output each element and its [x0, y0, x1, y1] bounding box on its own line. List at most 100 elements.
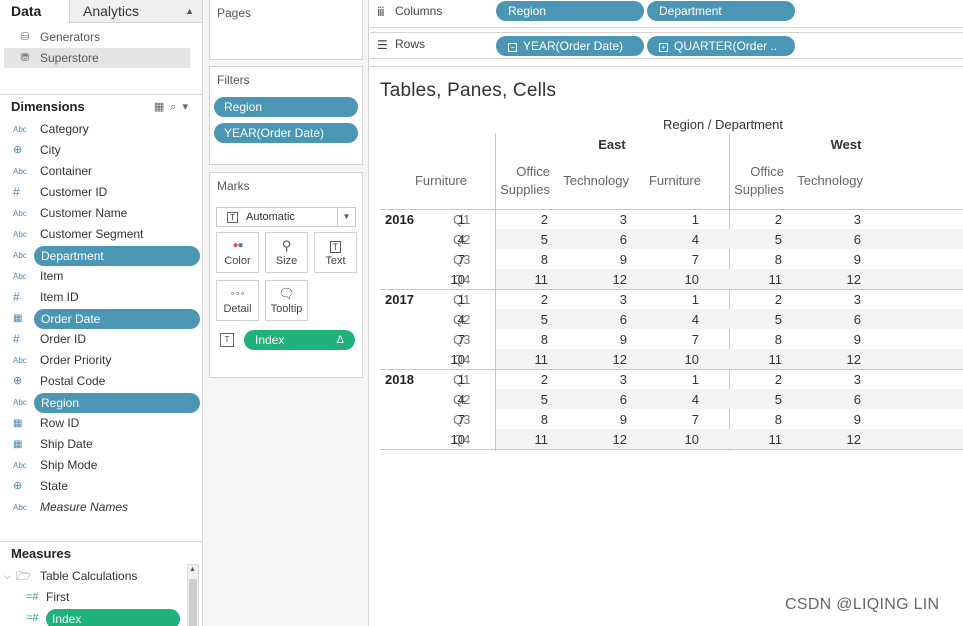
mark-type-select[interactable]: T Automatic ▼: [216, 207, 356, 227]
cards-area: Pages Filters Region YEAR(Order Date) Ma…: [204, 0, 369, 626]
table-calculations-folder[interactable]: ⌵ 🗁 Table Calculations: [0, 566, 202, 587]
table-cell: 1: [691, 292, 699, 307]
dimension-state[interactable]: ⊕ State: [0, 476, 202, 497]
detail-icon: ∘∘∘: [229, 289, 246, 298]
row-pill-year-order-date[interactable]: − YEAR(Order Date): [496, 36, 644, 56]
search-icon[interactable]: ⌕: [170, 101, 182, 113]
column-pill-region[interactable]: Region: [496, 1, 644, 21]
marks-card: Marks T Automatic ▼ ●● Color ⚲ Size T Te…: [209, 172, 363, 378]
dimension-container[interactable]: Abc Container: [0, 161, 202, 182]
tooltip-icon: 🗨: [278, 286, 295, 301]
table-cell: 2: [774, 212, 782, 227]
detail-button[interactable]: ∘∘∘ Detail: [216, 280, 259, 321]
year-header-2016: 2016: [385, 212, 414, 227]
measure-index[interactable]: =# Index: [0, 608, 202, 626]
measure-first[interactable]: =# First: [0, 587, 202, 608]
dimension-row-id[interactable]: ▦ Row ID: [0, 413, 202, 434]
dimension-department[interactable]: Abc Department: [0, 245, 202, 266]
dimension-postal-code[interactable]: ⊕ Postal Code: [0, 371, 202, 392]
table-cell: 10: [684, 272, 699, 287]
dimension-label: Measure Names: [40, 500, 129, 514]
tab-scroll-arrows-icon[interactable]: ▲: [185, 0, 194, 22]
text-encoding-icon[interactable]: T: [220, 333, 234, 347]
chevron-down-icon[interactable]: ⌵: [4, 566, 16, 587]
scrollbar-thumb[interactable]: [189, 579, 197, 626]
table-cell: 4: [457, 392, 465, 407]
dimension-city[interactable]: ⊕ City: [0, 140, 202, 161]
column-pill-department[interactable]: Department: [647, 1, 795, 21]
size-button[interactable]: ⚲ Size: [265, 232, 308, 273]
folder-label: Table Calculations: [40, 569, 138, 583]
rows-label: Rows: [395, 37, 426, 51]
row-band: [496, 229, 963, 249]
calculated-number-icon: =#: [26, 591, 39, 603]
number-type-icon: #: [13, 332, 20, 346]
rows-shelf[interactable]: ☰ Rows − YEAR(Order Date) + QUARTER(Order …: [370, 32, 963, 59]
expand-icon[interactable]: +: [659, 43, 668, 52]
chevron-down-icon[interactable]: ▾: [182, 101, 194, 113]
color-button[interactable]: ●● Color: [216, 232, 259, 273]
scroll-up-icon[interactable]: ▲: [189, 566, 196, 573]
table-cell: 12: [846, 272, 861, 287]
row-pill-quarter-order-date[interactable]: + QUARTER(Order ..: [647, 36, 795, 56]
pages-card[interactable]: Pages: [209, 0, 363, 60]
rows-icon: ☰: [377, 38, 388, 52]
dimensions-tools[interactable]: ▦⌕▾: [154, 95, 194, 119]
department-header-line: Office: [750, 164, 784, 179]
dimension-ship-mode[interactable]: Abc Ship Mode: [0, 455, 202, 476]
dimension-order-priority[interactable]: Abc Order Priority: [0, 350, 202, 371]
department-header: Office Supplies: [694, 163, 784, 199]
dimension-label: Row ID: [40, 416, 80, 430]
table-cell: 4: [691, 392, 699, 407]
dimension-customer-id[interactable]: # Customer ID: [0, 182, 202, 203]
data-source-superstore[interactable]: ⛃ Superstore: [4, 48, 190, 68]
table-cell: 6: [853, 312, 861, 327]
dimensions-header: Dimensions ▦⌕▾: [0, 95, 202, 119]
dimension-customer-segment[interactable]: Abc Customer Segment: [0, 224, 202, 245]
filters-card[interactable]: Filters Region YEAR(Order Date): [209, 66, 363, 165]
globe-icon: ⊕: [13, 375, 23, 387]
region-header-east: East: [598, 137, 626, 152]
size-icon: ⚲: [281, 238, 292, 253]
text-button[interactable]: T Text: [314, 232, 357, 273]
table-cell: 11: [534, 432, 549, 447]
watermark: CSDN @LIQING LIN: [785, 596, 940, 613]
data-source-generators[interactable]: ⛁ Generators: [4, 27, 190, 47]
dimension-label: Order Date: [34, 308, 200, 329]
year-header-2017: 2017: [385, 292, 414, 307]
string-type-icon: Abc: [13, 230, 27, 239]
filter-pill-region[interactable]: Region: [214, 97, 358, 117]
tab-analytics-label: Analytics: [83, 3, 140, 19]
collapse-icon[interactable]: −: [508, 43, 517, 52]
filters-title: Filters: [217, 73, 250, 87]
measures-header: Measures: [11, 546, 71, 561]
dimension-item[interactable]: Abc Item: [0, 266, 202, 287]
table-cell: 8: [540, 412, 548, 427]
table-cell: 3: [619, 212, 627, 227]
dimension-region[interactable]: Abc Region: [0, 392, 202, 413]
chevron-down-icon[interactable]: ▼: [337, 208, 355, 226]
tab-data[interactable]: Data: [0, 0, 70, 23]
filter-pill-year-order-date[interactable]: YEAR(Order Date): [214, 123, 358, 143]
row-band: [496, 269, 963, 289]
table-cell: 8: [540, 252, 548, 267]
measures-scrollbar[interactable]: ▲: [187, 564, 199, 626]
table-cell: 1: [457, 292, 465, 307]
dimensions-list: Abc Category ⊕ City Abc Container # Customer ID…: [0, 119, 202, 518]
columns-shelf[interactable]: ⅲ Columns Region Department: [370, 0, 963, 28]
marks-field-pill-index[interactable]: Index Δ: [244, 330, 355, 350]
dimension-measure-names[interactable]: Abc Measure Names: [0, 497, 202, 518]
dimension-customer-name[interactable]: Abc Customer Name: [0, 203, 202, 224]
row-band: [496, 309, 963, 329]
dimension-ship-date[interactable]: ▦ Ship Date: [0, 434, 202, 455]
view-grid-icon[interactable]: ▦: [154, 101, 170, 113]
dimension-order-id[interactable]: # Order ID: [0, 329, 202, 350]
dimension-category[interactable]: Abc Category: [0, 119, 202, 140]
table-cell: 9: [619, 252, 627, 267]
tooltip-button[interactable]: 🗨 Tooltip: [265, 280, 308, 321]
tab-analytics[interactable]: Analytics ▲: [70, 0, 202, 23]
dimension-order-date[interactable]: ▦ Order Date: [0, 308, 202, 329]
table-cell: 9: [619, 412, 627, 427]
dimension-item-id[interactable]: # Item ID: [0, 287, 202, 308]
department-header-line: Technology: [797, 173, 863, 188]
